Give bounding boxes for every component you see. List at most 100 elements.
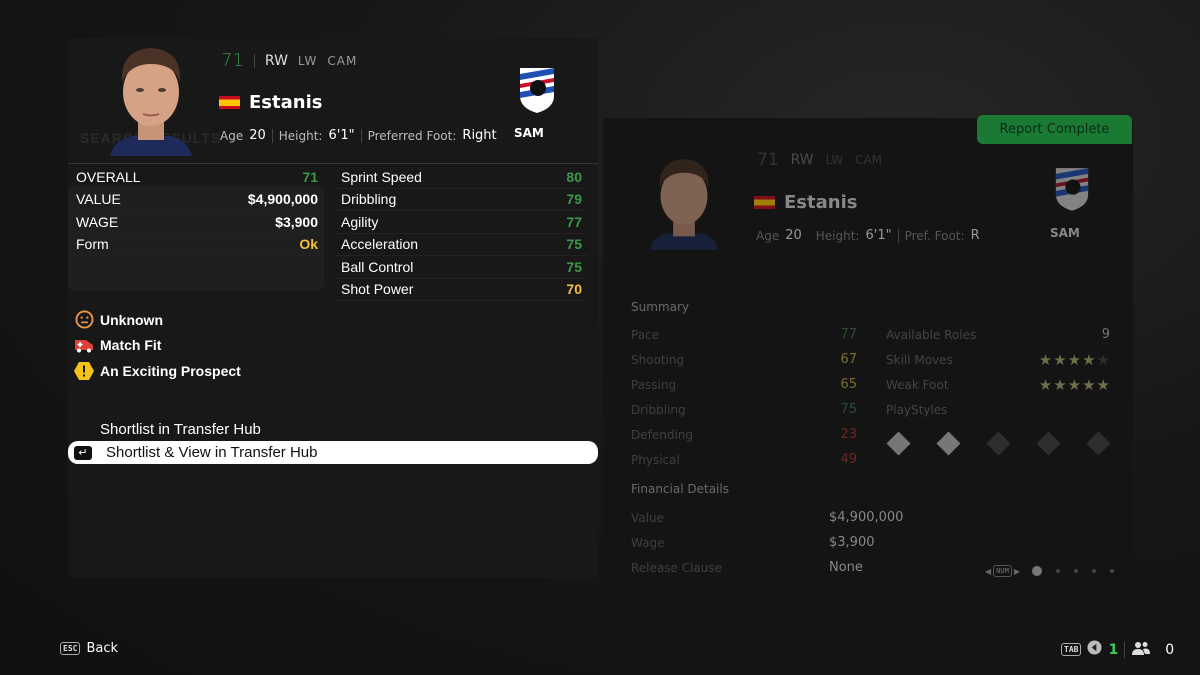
stat-row: Agility 77: [333, 211, 588, 234]
status-label: An Exciting Prospect: [100, 362, 241, 379]
report-complete-badge[interactable]: Report Complete: [977, 115, 1132, 144]
stat-value: $3,900: [275, 213, 318, 230]
shortlist-and-view-button[interactable]: ↵ Shortlist & View in Transfer Hub: [68, 441, 598, 464]
summary-label: Physical: [631, 452, 680, 467]
weak-foot-stars: ★ ★ ★ ★ ★: [1039, 376, 1110, 394]
page-indicator[interactable]: ◀ NUM ▶: [985, 565, 1114, 577]
page-dot[interactable]: [1031, 566, 1042, 576]
financial-row: Release Clause None: [631, 555, 931, 580]
warning-hexagon-icon: [74, 361, 94, 381]
stat-value: Ok: [299, 236, 318, 253]
page-dot[interactable]: [1091, 569, 1096, 573]
attribute-list: Available Roles 9 Skill Moves ★ ★ ★ ★ ★ Weak F…: [886, 322, 1110, 422]
menu-label: Shortlist in Transfer Hub: [100, 421, 261, 438]
green-count: 1: [1108, 641, 1119, 658]
stat-value: 80: [566, 168, 582, 185]
playstyles-list: [885, 430, 1111, 456]
report-position: RW: [790, 152, 814, 168]
report-alt-position: CAM: [855, 153, 883, 167]
back-button[interactable]: ESC Back: [60, 641, 118, 656]
shortlist-button[interactable]: Shortlist in Transfer Hub: [68, 418, 598, 441]
star-icon: ★: [1053, 350, 1067, 369]
stat-value: $4,900,000: [247, 191, 318, 208]
summary-label: Passing: [631, 377, 677, 392]
star-icon: ★: [1053, 375, 1067, 394]
enter-key-icon: ↵: [74, 445, 92, 460]
alt-position: CAM: [327, 53, 358, 68]
spain-flag-icon: [754, 196, 775, 209]
age-value: 20: [785, 228, 802, 243]
foot-label: Pref. Foot:: [904, 228, 965, 243]
page-dot[interactable]: [1109, 569, 1114, 573]
fin-label: Wage: [631, 535, 665, 550]
stat-row: Ball Control 75: [333, 256, 588, 279]
stat-label: Acceleration: [341, 236, 419, 253]
stat-label: Sprint Speed: [341, 168, 422, 185]
playstyle-icon: [985, 430, 1011, 456]
attr-label: Available Roles: [886, 327, 977, 342]
tab-key-icon[interactable]: TAB: [1061, 643, 1082, 656]
divider: [360, 128, 362, 143]
page-dot[interactable]: [1055, 569, 1060, 573]
stat-label: WAGE: [76, 213, 119, 230]
report-info: Age 20 Height: 6'1" Pref. Foot: R: [756, 228, 980, 243]
stat-row: WAGE $3,900: [68, 211, 324, 234]
header-divider: [68, 163, 598, 164]
stat-label: Form: [76, 236, 109, 253]
neutral-face-icon: [74, 310, 94, 330]
attr-label: PlayStyles: [886, 402, 948, 417]
page-dot[interactable]: [1073, 569, 1078, 573]
stat-row: OVERALL 71: [68, 166, 324, 189]
stat-row: Sprint Speed 80: [333, 166, 588, 189]
star-icon: ★: [1067, 350, 1082, 369]
status-list: Unknown Match Fit An Exciting Prospect: [74, 307, 241, 384]
attr-label: Skill Moves: [886, 352, 953, 367]
player-name: Estanis: [249, 92, 323, 113]
stat-row: VALUE $4,900,000: [68, 189, 324, 211]
playstyle-icon: [935, 430, 961, 456]
overall-rating: 71: [221, 50, 244, 71]
summary-row: Pace 77: [631, 322, 857, 347]
esc-key-icon: ESC: [60, 642, 81, 655]
stat-row: Dribbling 79: [333, 189, 588, 211]
status-label: Match Fit: [100, 337, 162, 354]
financial-title: Financial Details: [631, 482, 729, 496]
menu-label: Shortlist & View in Transfer Hub: [106, 444, 318, 461]
summary-label: Shooting: [631, 352, 685, 367]
attr-label: Weak Foot: [886, 377, 949, 392]
club-code: SAM: [514, 126, 544, 140]
stat-label: Shot Power: [341, 281, 414, 298]
report-club-code: SAM: [1050, 226, 1080, 240]
report-player-portrait: [649, 159, 719, 250]
divider: [1124, 641, 1126, 658]
stat-value: 75: [566, 258, 582, 275]
stat-value: 70: [566, 281, 582, 298]
summary-label: Dribbling: [631, 402, 686, 417]
financial-row: Value $4,900,000: [631, 505, 931, 530]
report-overall: 71: [757, 150, 779, 170]
summary-value: 23: [840, 427, 857, 442]
skill-moves-stars: ★ ★ ★ ★ ★: [1039, 351, 1110, 369]
summary-value: 75: [840, 402, 857, 417]
playstyle-icon: [1085, 430, 1111, 456]
fin-value: $3,900: [829, 535, 875, 550]
summary-row: Shooting 67: [631, 347, 857, 372]
player-info: Age 20 Height: 6'1" Preferred Foot: Righ…: [220, 128, 497, 143]
report-alt-position: LW: [825, 153, 844, 167]
primary-position: RW: [264, 52, 288, 69]
stat-row: Shot Power 70: [333, 279, 588, 301]
ambulance-icon: [74, 335, 94, 355]
height-value: 6'1": [865, 228, 892, 243]
stat-label: Agility: [341, 213, 379, 230]
summary-value: 77: [840, 327, 857, 342]
summary-label: Defending: [631, 427, 694, 442]
users-icon: [1131, 641, 1151, 659]
pager-dots: [1031, 566, 1114, 576]
report-name-row: Estanis: [754, 192, 857, 213]
users-count: 0: [1165, 641, 1175, 658]
divider: [271, 128, 273, 143]
star-icon: ★: [1096, 375, 1110, 394]
action-menu: Shortlist in Transfer Hub ↵ Shortlist & …: [68, 418, 598, 464]
fin-label: Value: [631, 510, 664, 525]
height-label: Height:: [278, 128, 323, 143]
